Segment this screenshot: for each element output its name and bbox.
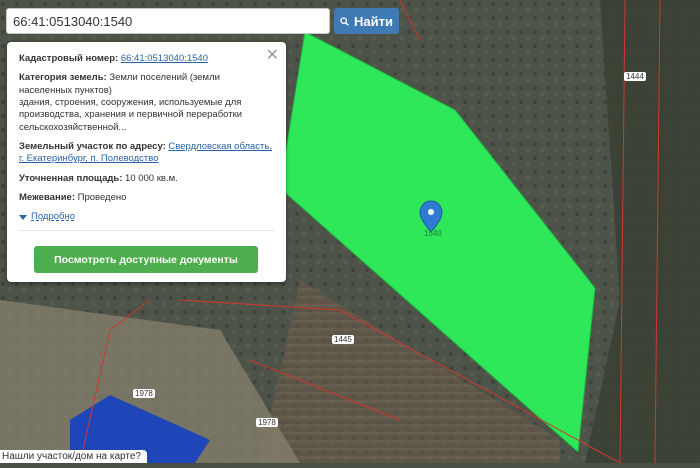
cadastral-number-row: Кадастровый номер: 66:41:0513040:1540 — [19, 53, 274, 65]
details-label: Подробно — [31, 211, 75, 223]
address-row: Земельный участок по адресу: Свердловска… — [19, 141, 274, 166]
caret-down-icon — [19, 215, 27, 221]
cadastral-number-label: Кадастровый номер: — [19, 53, 119, 64]
search-bar: Найти — [6, 8, 399, 34]
search-icon — [340, 16, 349, 26]
land-category-label: Категория земель: — [19, 72, 107, 84]
map-label: 1444 — [624, 72, 646, 81]
map-label: 1978 — [133, 389, 155, 398]
survey-value: Проведено — [77, 192, 127, 204]
address-label: Земельный участок по адресу: — [19, 141, 166, 153]
details-toggle[interactable]: Подробно — [19, 211, 274, 223]
map-label: 1445 — [332, 335, 354, 344]
area-row: Уточненная площадь: 10 000 кв.м. — [19, 173, 274, 185]
cadastral-number-link[interactable]: 66:41:0513040:1540 — [121, 53, 208, 64]
feedback-tooltip[interactable]: Нашли участок/дом на карте? — [0, 450, 147, 463]
close-icon[interactable]: ✕ — [266, 46, 279, 67]
survey-label: Межевание: — [19, 192, 75, 204]
area-label: Уточненная площадь: — [19, 172, 123, 184]
land-use-description: здания, строения, сооружения, используем… — [19, 97, 243, 133]
map-label: 1978 — [256, 418, 278, 427]
land-category-row: Категория земель: Земли поселений (земли… — [19, 72, 274, 134]
area-value: 10 000 кв.м. — [125, 172, 178, 184]
parcel-info-popup: ✕ Кадастровый номер: 66:41:0513040:1540 … — [7, 42, 286, 282]
search-button-label: Найти — [354, 13, 393, 29]
search-button[interactable]: Найти — [334, 8, 399, 34]
parcel-label: 1540 — [424, 229, 442, 238]
cadastral-search-input[interactable] — [6, 8, 330, 34]
view-documents-button[interactable]: Посмотреть доступные документы — [34, 246, 258, 273]
divider — [19, 229, 274, 231]
survey-row: Межевание: Проведено — [19, 192, 274, 204]
